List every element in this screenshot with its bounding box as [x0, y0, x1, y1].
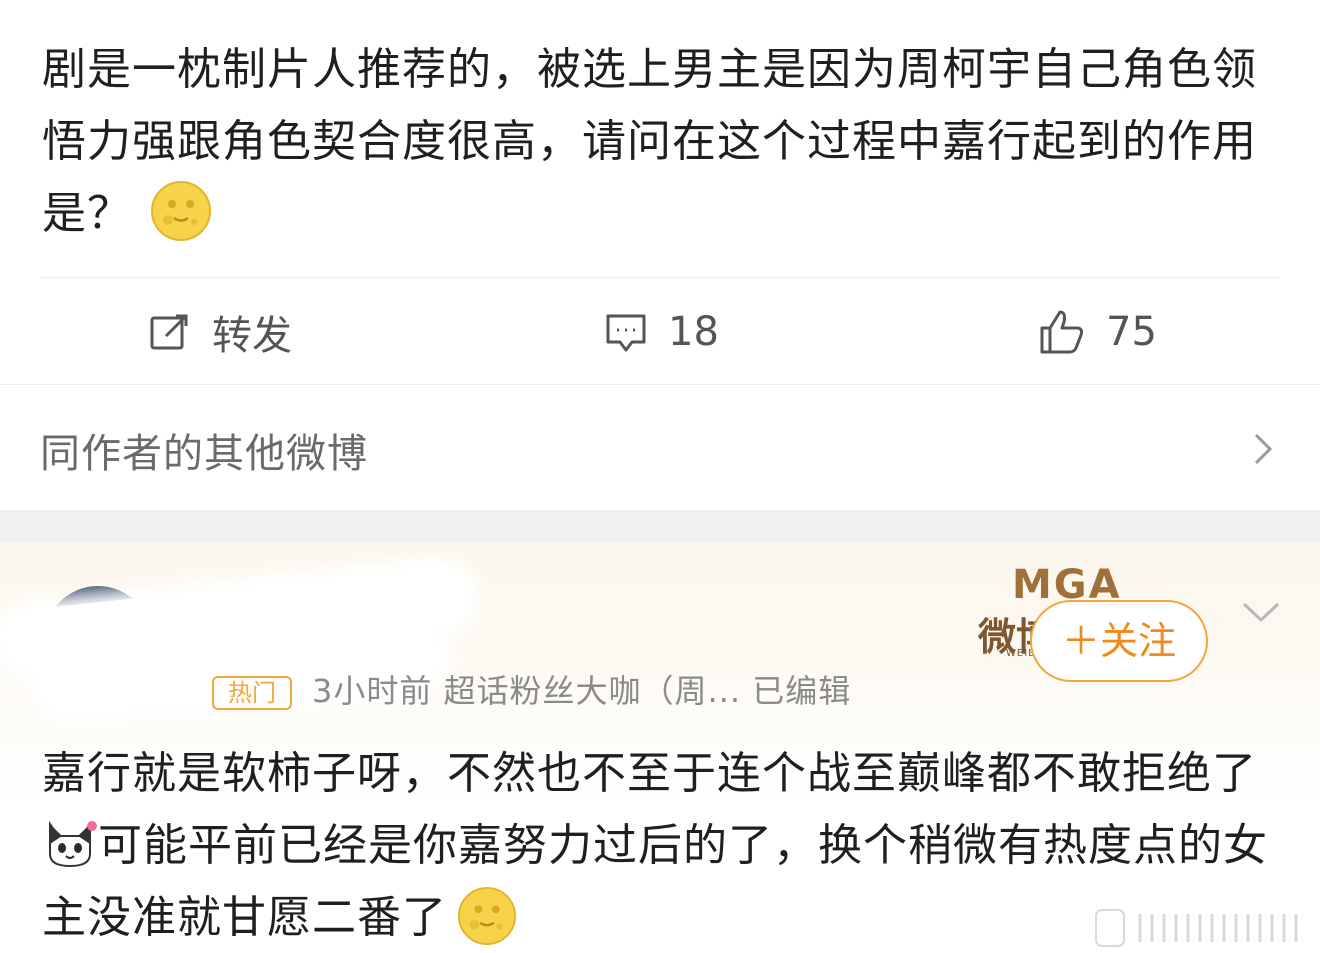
like-count: 75: [1106, 309, 1157, 355]
comment-text-part2: 可能平前已经是你嘉努力过后的了，换个稍微有热度点的女主没准就甘愿二番了: [42, 820, 1268, 943]
comment-card: 热门 3小时前 超话粉丝大咖（周... 已编辑 MGA 微博 WEIBO ＋关注…: [0, 542, 1320, 953]
repost-label: 转发: [212, 313, 292, 359]
thumbs-up-icon: [1040, 310, 1084, 354]
other-posts-row[interactable]: 同作者的其他微博: [0, 385, 1320, 510]
comment-text-part1: 嘉行就是软柿子呀，不然也不至于连个战至巅峰都不敢拒绝了: [42, 748, 1257, 799]
moon-face-emoji-icon: [457, 886, 517, 946]
section-separator: [0, 510, 1320, 542]
comment-icon: [606, 314, 646, 352]
follow-button[interactable]: ＋关注: [1030, 600, 1208, 682]
repost-icon: [150, 314, 188, 350]
like-button[interactable]: 75: [1038, 304, 1157, 360]
watermark-icon: [1095, 909, 1298, 947]
action-bar: 转发 18 75: [0, 278, 1320, 384]
chevron-right-icon: [1254, 433, 1273, 465]
other-posts-label: 同作者的其他微博: [40, 431, 368, 477]
comment-meta: 3小时前 超话粉丝大咖（周... 已编辑: [312, 672, 852, 710]
post-text: 剧是一枕制片人推荐的，被选上男主是因为周柯宇自己角色领悟力强跟角色契合度很高，请…: [42, 44, 1257, 239]
comment-button[interactable]: 18: [604, 304, 719, 360]
chevron-down-icon[interactable]: [1240, 600, 1282, 626]
moon-face-emoji-icon: [150, 180, 212, 242]
cat-emoji-icon: [42, 814, 98, 870]
hot-badge: 热门: [212, 676, 292, 710]
repost-button[interactable]: 转发: [148, 304, 292, 360]
post-text-block: 剧是一枕制片人推荐的，被选上男主是因为周柯宇自己角色领悟力强跟角色契合度很高，请…: [42, 34, 1282, 250]
comment-count: 18: [668, 309, 719, 355]
